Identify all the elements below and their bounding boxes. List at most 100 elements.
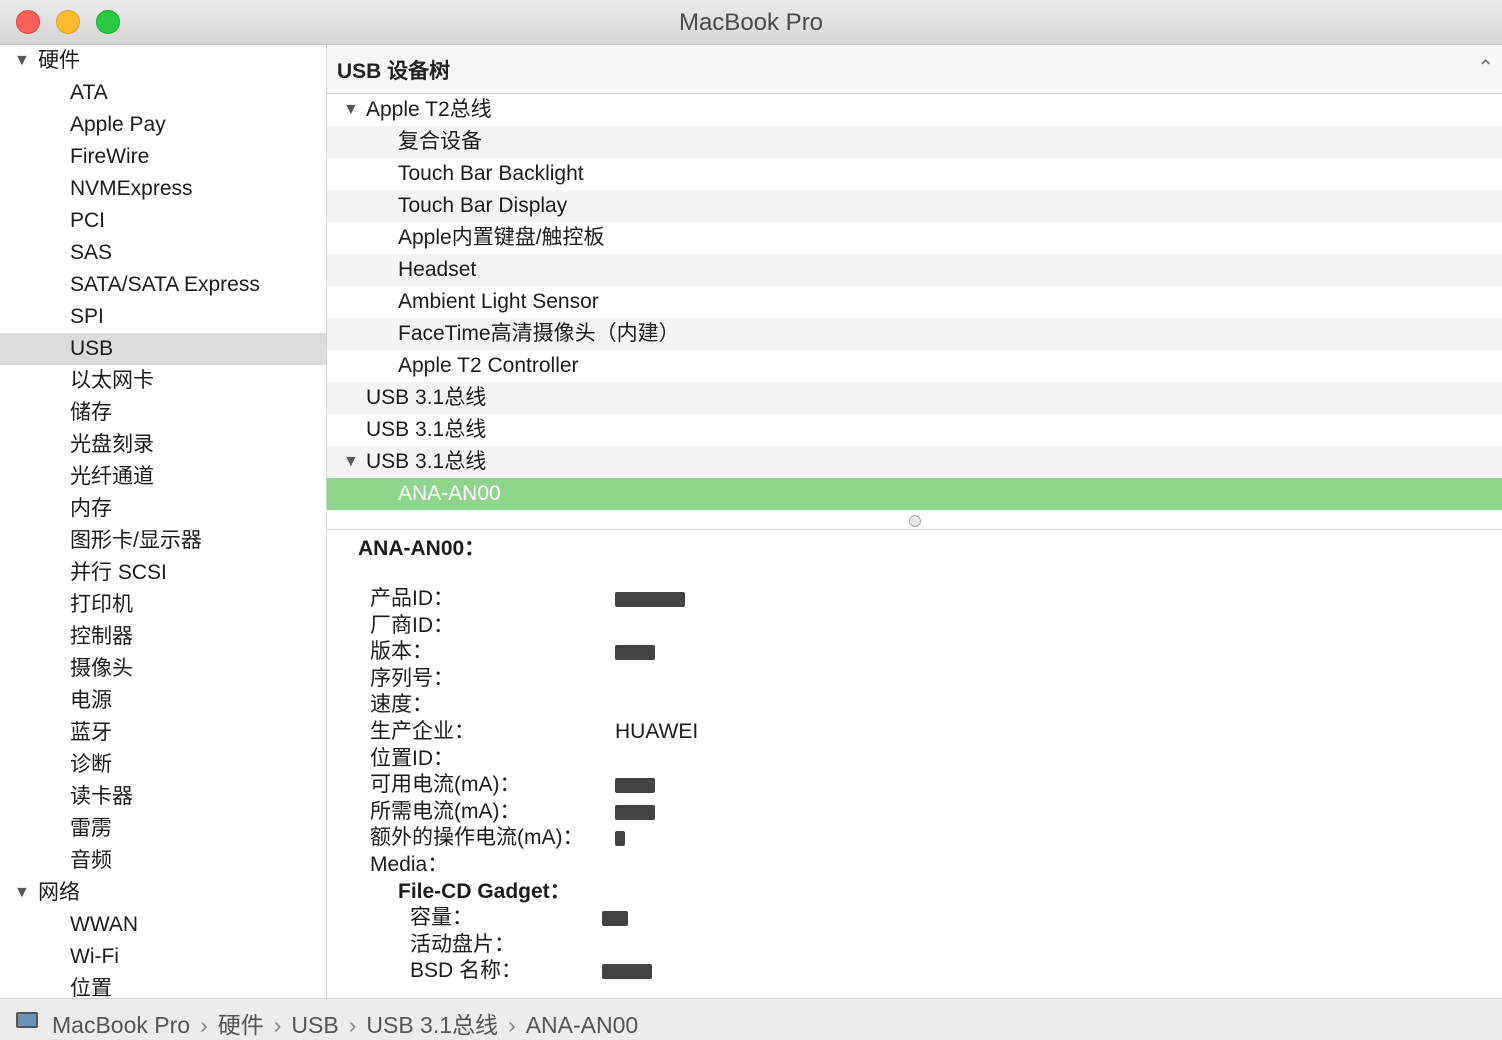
tree-row-label: Touch Bar Backlight (398, 162, 584, 185)
sidebar-item-label: 音频 (70, 849, 112, 872)
tree-row[interactable]: 复合设备 (327, 126, 1502, 158)
tree-row-label: Headset (398, 258, 477, 281)
sidebar-item[interactable]: SPI (0, 301, 326, 333)
disclosure-triangle-icon[interactable]: ▼ (343, 446, 359, 478)
tree-row[interactable]: Touch Bar Display (327, 190, 1502, 222)
tree-row-label: Apple内置键盘/触控板 (398, 226, 605, 249)
sidebar-item[interactable]: 光纤通道 (0, 461, 326, 493)
sidebar-item[interactable]: FireWire (0, 141, 326, 173)
breadcrumb-item[interactable]: MacBook Pro (52, 1012, 190, 1039)
disclosure-triangle-icon[interactable]: ▼ (343, 94, 359, 126)
tree-row-label: Apple T2 Controller (398, 354, 579, 377)
tree-row-label: USB 3.1总线 (366, 450, 487, 473)
tree-row[interactable]: ANA-AN00 (327, 478, 1502, 510)
sidebar-item[interactable]: 蓝牙 (0, 717, 326, 749)
disclosure-triangle-icon[interactable]: ▼ (14, 45, 30, 77)
tree-row-label: USB 3.1总线 (366, 418, 487, 441)
sidebar-item[interactable]: SAS (0, 237, 326, 269)
tree-row-label: Touch Bar Display (398, 194, 568, 217)
sidebar-item[interactable]: 并行 SCSI (0, 557, 326, 589)
tree-row-label: ANA-AN00 (398, 482, 501, 505)
tree-row[interactable]: Apple T2 Controller (327, 350, 1502, 382)
chevron-up-icon[interactable]: ⌃ (1477, 55, 1494, 80)
breadcrumb-separator-icon: › (348, 1012, 357, 1038)
property-key: 序列号： (370, 666, 454, 690)
tree-row-label: Ambient Light Sensor (398, 290, 599, 313)
window-title: MacBook Pro (678, 9, 824, 36)
property-key: 容量： (410, 906, 473, 930)
tree-row[interactable]: FaceTime高清摄像头（内建） (327, 318, 1502, 350)
sidebar-item[interactable]: 图形卡/显示器 (0, 525, 326, 557)
sidebar-item[interactable]: 控制器 (0, 621, 326, 653)
property-key: 速度： (370, 693, 433, 717)
tree-row[interactable]: USB 3.1总线 (327, 382, 1502, 414)
sidebar-item-label: 控制器 (70, 625, 133, 648)
redacted-value (615, 831, 625, 847)
sidebar-item-label: FireWire (70, 145, 150, 168)
sidebar-item[interactable]: 内存 (0, 493, 326, 525)
sidebar-item[interactable]: 雷雳 (0, 813, 326, 845)
sidebar-item[interactable]: Wi-Fi (0, 941, 326, 973)
pane-splitter[interactable] (327, 509, 1502, 530)
sidebar-item-label: WWAN (70, 913, 139, 936)
property-row: 所需电流(mA)： (370, 799, 1470, 826)
usb-device-tree[interactable]: ▼ Apple T2总线 复合设备 Touch Bar Backlight Touch … (327, 94, 1502, 510)
sidebar-item[interactable]: 电源 (0, 685, 326, 717)
sidebar-item[interactable]: NVMExpress (0, 173, 326, 205)
sidebar-item[interactable]: 读卡器 (0, 781, 326, 813)
sidebar-item[interactable]: Apple Pay (0, 109, 326, 141)
tree-row[interactable]: ▼ USB 3.1总线 (327, 446, 1502, 478)
sidebar-item[interactable]: 位置 (0, 973, 326, 998)
sidebar-item[interactable]: PCI (0, 205, 326, 237)
status-bar: MacBook Pro › 硬件 › USB › USB 3.1总线 › ANA-AN00 (0, 998, 1502, 1040)
sidebar-item[interactable]: 光盘刻录 (0, 429, 326, 461)
device-tree-header[interactable]: USB 设备树 ⌃ (327, 45, 1502, 94)
media-group-row: File-CD Gadget： (370, 879, 1470, 906)
sidebar-item[interactable]: SATA/SATA Express (0, 269, 326, 301)
breadcrumb-item[interactable]: USB (291, 1012, 338, 1039)
sidebar-item[interactable]: 摄像头 (0, 653, 326, 685)
sidebar-item[interactable]: WWAN (0, 909, 326, 941)
redacted-value (602, 964, 652, 980)
property-list: 产品ID： 厂商ID： 版本： 序列号： 速度： 生产企业： HUAWEI 位置ID： 可用电流… (370, 586, 1470, 985)
redacted-value (615, 592, 685, 607)
sidebar-item[interactable]: 打印机 (0, 589, 326, 621)
tree-row[interactable]: Touch Bar Backlight (327, 158, 1502, 190)
property-row: 位置ID： (370, 746, 1470, 773)
sidebar-item[interactable]: ATA (0, 77, 326, 109)
sidebar-item[interactable]: 诊断 (0, 749, 326, 781)
sidebar-item-label: 蓝牙 (70, 721, 112, 744)
property-key: 生产企业： (370, 719, 475, 743)
property-row: 生产企业： HUAWEI (370, 719, 1470, 746)
sidebar-item-label: ATA (70, 81, 108, 104)
breadcrumb-item[interactable]: 硬件 (218, 1006, 264, 1040)
tree-row[interactable]: Apple内置键盘/触控板 (327, 222, 1502, 254)
tree-row[interactable]: Headset (327, 254, 1502, 286)
breadcrumb-separator-icon: › (508, 1012, 516, 1038)
sidebar-item-label: Wi-Fi (70, 945, 119, 968)
media-name: File-CD Gadget： (398, 879, 571, 903)
sidebar-item-label: 摄像头 (70, 657, 133, 680)
tree-row[interactable]: Ambient Light Sensor (327, 286, 1502, 318)
sidebar-group[interactable]: ▼ 硬件 (0, 45, 326, 77)
sidebar-item[interactable]: 储存 (0, 397, 326, 429)
media-property-row: 活动盘片： (370, 932, 1470, 959)
sidebar-item-label: 内存 (70, 497, 112, 520)
system-information-window: MacBook Pro ▼ 硬件 ATA Apple Pay FireWire NVMEx… (0, 0, 1502, 1040)
property-key: 位置ID： (370, 746, 454, 770)
sidebar-group[interactable]: ▼ 网络 (0, 877, 326, 909)
sidebar-item[interactable]: USB (0, 333, 326, 365)
property-row: 序列号： (370, 666, 1470, 693)
tree-row[interactable]: ▼ Apple T2总线 (327, 94, 1502, 126)
sidebar-item[interactable]: 以太网卡 (0, 365, 326, 397)
property-key: 活动盘片： (410, 932, 515, 956)
disclosure-triangle-icon[interactable]: ▼ (14, 877, 30, 909)
category-sidebar[interactable]: ▼ 硬件 ATA Apple Pay FireWire NVMExpress PCI SAS S… (0, 45, 327, 998)
sidebar-item[interactable]: 音频 (0, 845, 326, 877)
breadcrumb-item[interactable]: ANA-AN00 (526, 1012, 638, 1039)
sidebar-item-label: NVMExpress (70, 177, 193, 200)
tree-row[interactable]: USB 3.1总线 (327, 414, 1502, 446)
sidebar-item-label: 位置 (70, 977, 112, 998)
splitter-handle-icon[interactable] (909, 515, 921, 527)
breadcrumb-item[interactable]: USB 3.1总线 (366, 1006, 498, 1040)
